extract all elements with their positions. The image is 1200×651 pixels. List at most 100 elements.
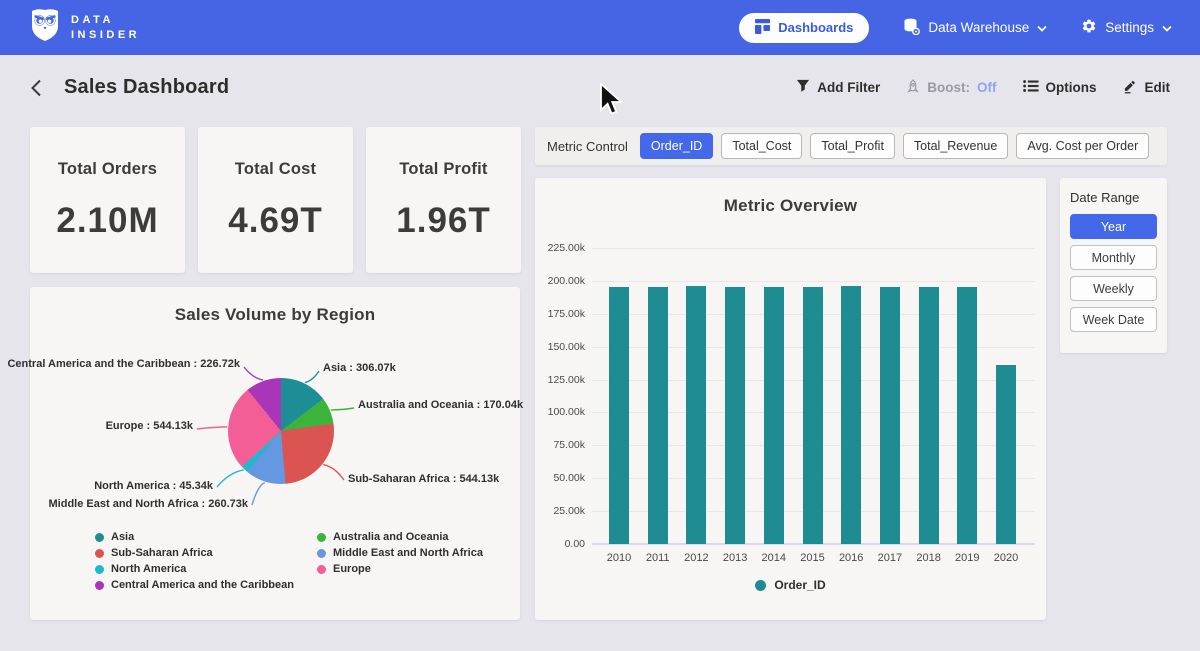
pie-leader-line (305, 371, 319, 383)
brand-line2: INSIDER (71, 29, 140, 41)
bar-xtick: 2016 (831, 552, 871, 564)
pie-label-2: Sub-Saharan Africa : 544.13k (348, 473, 499, 485)
bar-legend-label: Order_ID (774, 578, 825, 592)
pie-legend-column: Asia Sub-Saharan Africa North America Centr… (95, 531, 287, 591)
pie-legend: Asia Sub-Saharan Africa North America Centr… (95, 531, 509, 591)
legend-dot-icon (95, 549, 104, 558)
metric-chip-total-profit[interactable]: Total_Profit (810, 133, 895, 159)
bar-ytick: 0.00 (537, 538, 585, 550)
dashboards-label: Dashboards (778, 20, 853, 35)
kpi-label: Total Profit (399, 160, 487, 179)
bar-chart-legend[interactable]: Order_ID (535, 578, 1046, 592)
dashboards-button[interactable]: Dashboards (739, 13, 869, 43)
legend-dot-icon (95, 581, 104, 590)
brand: DATA INSIDER (30, 8, 140, 47)
bar-chart-card: Metric Overview 225.00k200.00k175.00k150… (535, 178, 1046, 620)
kpi-card-total-profit: Total Profit 1.96T (366, 127, 521, 273)
pie-legend-item[interactable]: Europe (317, 563, 509, 575)
pie-legend-item[interactable]: Middle East and North Africa (317, 547, 509, 559)
pie-legend-item[interactable]: North America (95, 563, 287, 575)
pie-label-6: Central America and the Caribbean : 226.… (7, 358, 240, 370)
boost-toggle[interactable]: Boost:Off (906, 79, 996, 97)
bar-2012[interactable] (686, 286, 706, 544)
kpi-value: 2.10M (56, 201, 158, 241)
bar-xtick: 2012 (676, 552, 716, 564)
edit-pencil-icon (1123, 79, 1138, 97)
gear-icon (1081, 18, 1097, 37)
pie-legend-label: Europe (333, 563, 371, 575)
brand-line1: DATA (71, 14, 140, 26)
kpi-label: Total Orders (58, 160, 157, 179)
add-filter-button[interactable]: Add Filter (796, 79, 880, 96)
bar-2018[interactable] (919, 287, 939, 544)
bar-2019[interactable] (957, 287, 977, 544)
back-button[interactable] (30, 79, 42, 97)
bar-xtick: 2010 (599, 552, 639, 564)
date-range-week-date[interactable]: Week Date (1070, 307, 1157, 332)
bar-2010[interactable] (609, 287, 629, 544)
kpi-card-total-cost: Total Cost4.69T (198, 127, 353, 273)
kpi-value: 1.96T (396, 201, 491, 241)
pie-leader-line (244, 367, 263, 380)
bar-ytick: 125.00k (537, 374, 585, 386)
legend-dot-icon (317, 549, 326, 558)
bar-xtick: 2014 (754, 552, 794, 564)
pie-chart[interactable] (228, 378, 334, 484)
bar-2013[interactable] (725, 287, 745, 544)
pie-label-5: Europe : 544.13k (106, 420, 193, 432)
bar-ytick: 100.00k (537, 406, 585, 418)
legend-dot-icon (317, 565, 326, 574)
bar-2011[interactable] (648, 287, 668, 544)
settings-label: Settings (1105, 20, 1154, 35)
filter-funnel-icon (796, 79, 810, 96)
bar-2020[interactable] (996, 365, 1016, 544)
bar-ytick: 50.00k (537, 472, 585, 484)
dashboards-grid-icon (755, 19, 770, 37)
legend-dot-icon (317, 533, 326, 542)
metric-chip-avg--cost-per-order[interactable]: Avg. Cost per Order (1016, 133, 1149, 159)
metric-chip-total-cost[interactable]: Total_Cost (721, 133, 802, 159)
legend-dot-icon (95, 533, 104, 542)
chevron-down-icon (1162, 20, 1172, 35)
pie-legend-item[interactable]: Asia (95, 531, 287, 543)
boost-state: Off (977, 80, 997, 95)
metric-chip-order-id[interactable]: Order_ID (640, 133, 713, 159)
bar-ytick: 75.00k (537, 439, 585, 451)
bar-ytick: 175.00k (537, 308, 585, 320)
pie-legend-label: Middle East and North Africa (333, 547, 483, 559)
pie-legend-item[interactable]: Sub-Saharan Africa (95, 547, 287, 559)
bar-2014[interactable] (764, 287, 784, 544)
metric-chip-total-revenue[interactable]: Total_Revenue (903, 133, 1008, 159)
pie-legend-column: Australia and Oceania Middle East and Nor… (317, 531, 509, 591)
data-warehouse-label: Data Warehouse (928, 20, 1029, 35)
pie-label-4: North America : 45.34k (94, 480, 213, 492)
edit-button[interactable]: Edit (1123, 79, 1171, 97)
data-warehouse-menu[interactable]: Data Warehouse (903, 18, 1047, 38)
date-range-monthly[interactable]: Monthly (1070, 245, 1157, 270)
pie-legend-item[interactable]: Australia and Oceania (317, 531, 509, 543)
settings-menu[interactable]: Settings (1081, 18, 1172, 37)
page-header: Sales Dashboard Add Filter Boost:Off (0, 55, 1200, 120)
bar-xtick: 2017 (870, 552, 910, 564)
page-title: Sales Dashboard (64, 76, 229, 99)
bar-2017[interactable] (880, 287, 900, 544)
options-button[interactable]: Options (1023, 79, 1097, 96)
pie-leader-line (197, 427, 227, 429)
pie-label-0: Asia : 306.07k (323, 362, 396, 374)
bar-2015[interactable] (803, 287, 823, 544)
date-range-year[interactable]: Year (1070, 214, 1157, 239)
legend-dot-icon (755, 580, 766, 591)
pie-leader-line (323, 465, 344, 480)
pie-legend-label: Australia and Oceania (333, 531, 449, 543)
bar-ytick: 200.00k (537, 275, 585, 287)
pie-leader-line (217, 470, 244, 487)
bar-chart: 225.00k200.00k175.00k150.00k125.00k100.0… (535, 178, 1046, 620)
pie-leader-line (331, 408, 354, 410)
pie-legend-item[interactable]: Central America and the Caribbean (95, 579, 287, 591)
date-range-panel: Date Range YearMonthlyWeeklyWeek Date (1060, 178, 1167, 353)
chevron-down-icon (1037, 20, 1047, 35)
date-range-weekly[interactable]: Weekly (1070, 276, 1157, 301)
pie-leader-line (252, 482, 265, 505)
bar-2016[interactable] (841, 286, 861, 544)
bar-ytick: 25.00k (537, 505, 585, 517)
